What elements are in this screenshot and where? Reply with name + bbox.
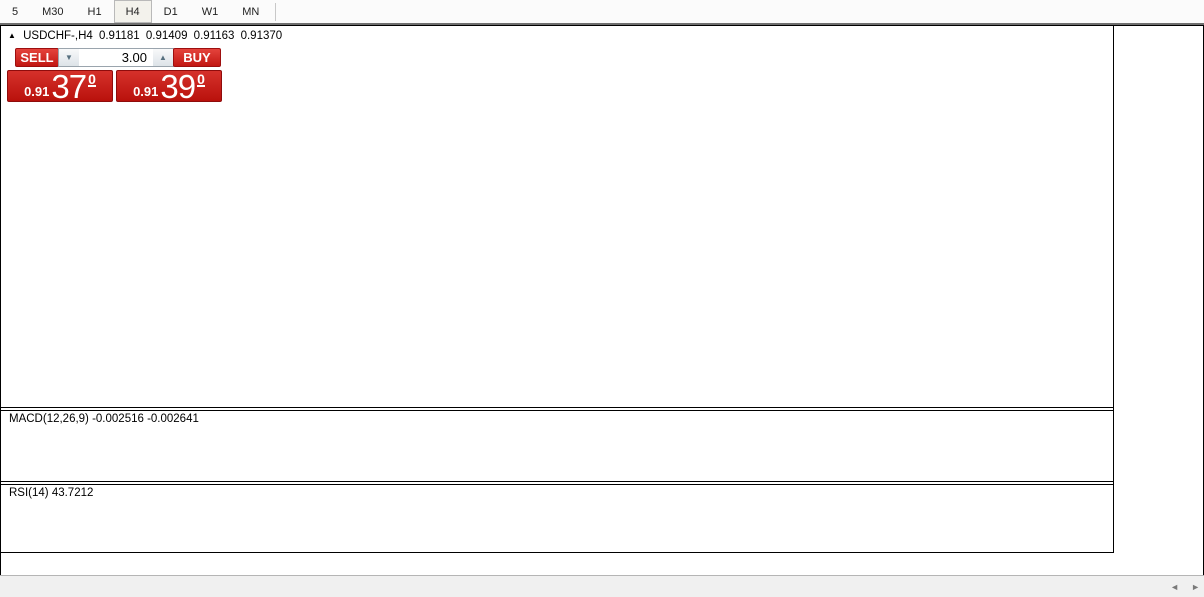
tab-scroll-controls: ◄ ► — [1170, 576, 1200, 597]
rsi-panel-canvas[interactable] — [1, 485, 1113, 552]
toolbar-separator — [275, 3, 276, 21]
timeframe-button-mn[interactable]: MN — [230, 0, 271, 23]
rsi-indicator-label: RSI(14) 43.7212 — [9, 487, 93, 499]
sell-price-point: 0 — [88, 73, 96, 87]
panel-separator[interactable] — [1, 484, 1114, 485]
sell-price-pips: 37 — [51, 73, 86, 101]
sell-price-button[interactable]: 0.91370 — [7, 70, 113, 102]
low-value: 0.91163 — [194, 30, 235, 42]
buy-button[interactable]: BUY — [173, 48, 221, 67]
panel-separator[interactable] — [1, 407, 1114, 408]
chevron-up-icon: ▲ — [159, 53, 167, 62]
timeframe-button-h4[interactable]: H4 — [114, 0, 152, 23]
buy-price-point: 0 — [197, 73, 205, 87]
price-axis-line — [1113, 26, 1114, 553]
timeframe-button-w1[interactable]: W1 — [190, 0, 231, 23]
panel-separator — [1, 552, 1114, 553]
volume-decrease-button[interactable]: ▼ — [59, 49, 79, 66]
volume-input[interactable]: 3.00 — [79, 49, 153, 66]
close-value: 0.91370 — [241, 30, 283, 42]
collapse-panel-icon[interactable]: ▲ — [8, 31, 16, 40]
panel-separator[interactable] — [1, 481, 1114, 482]
timeframe-button-m30[interactable]: M30 — [30, 0, 75, 23]
buy-price-prefix: 0.91 — [133, 82, 158, 101]
open-value: 0.91181 — [99, 30, 140, 42]
buy-price-pips: 39 — [160, 73, 195, 101]
timeframe-toolbar: 5M30H1H4D1W1MN — [0, 0, 1204, 23]
chart-tab-bar: ◄ ► — [0, 575, 1204, 597]
panel-separator[interactable] — [1, 410, 1114, 411]
sell-price-prefix: 0.91 — [24, 82, 49, 101]
sell-button[interactable]: SELL — [15, 48, 59, 67]
timeframe-button-h1[interactable]: H1 — [76, 0, 114, 23]
volume-stepper: ▼ 3.00 ▲ — [58, 48, 174, 67]
macd-indicator-label: MACD(12,26,9) -0.002516 -0.002641 — [9, 413, 199, 425]
one-click-trading-panel: SELL ▼ 3.00 ▲ BUY 0.91370 0.91390 — [7, 46, 233, 102]
scroll-left-icon[interactable]: ◄ — [1170, 582, 1179, 592]
chart-ohlc-header: ▲ USDCHF-,H4 0.91181 0.91409 0.91163 0.9… — [8, 30, 285, 42]
timeframe-button-d1[interactable]: D1 — [152, 0, 190, 23]
volume-increase-button[interactable]: ▲ — [153, 49, 173, 66]
chevron-down-icon: ▼ — [65, 53, 73, 62]
high-value: 0.91409 — [146, 30, 188, 42]
chart-window: ▲ USDCHF-,H4 0.91181 0.91409 0.91163 0.9… — [0, 25, 1204, 576]
buy-price-button[interactable]: 0.91390 — [116, 70, 222, 102]
symbol-period-label: USDCHF-,H4 — [23, 30, 93, 42]
scroll-right-icon[interactable]: ► — [1191, 582, 1200, 592]
timeframe-button-5[interactable]: 5 — [0, 0, 30, 23]
mt4-window: 5M30H1H4D1W1MN ▲ USDCHF-,H4 0.91181 0.91… — [0, 0, 1204, 597]
